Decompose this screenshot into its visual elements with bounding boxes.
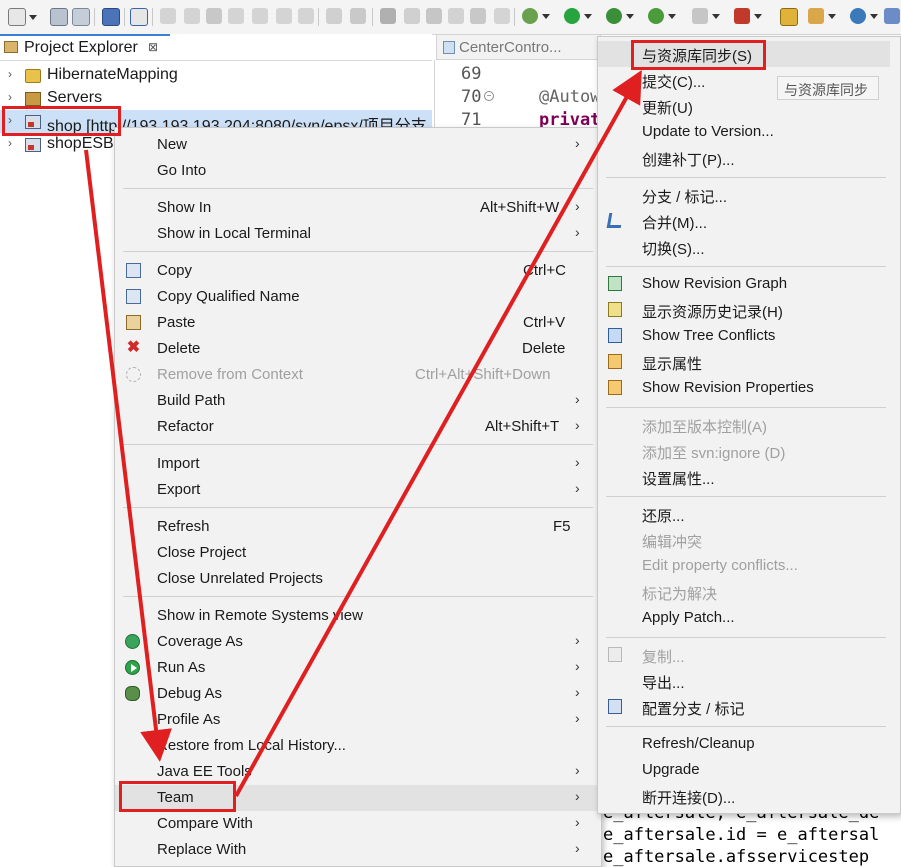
annotation-arrows xyxy=(84,70,642,797)
arrow-shop-to-team xyxy=(84,149,172,762)
arrow-team-to-synchronize xyxy=(234,70,642,797)
